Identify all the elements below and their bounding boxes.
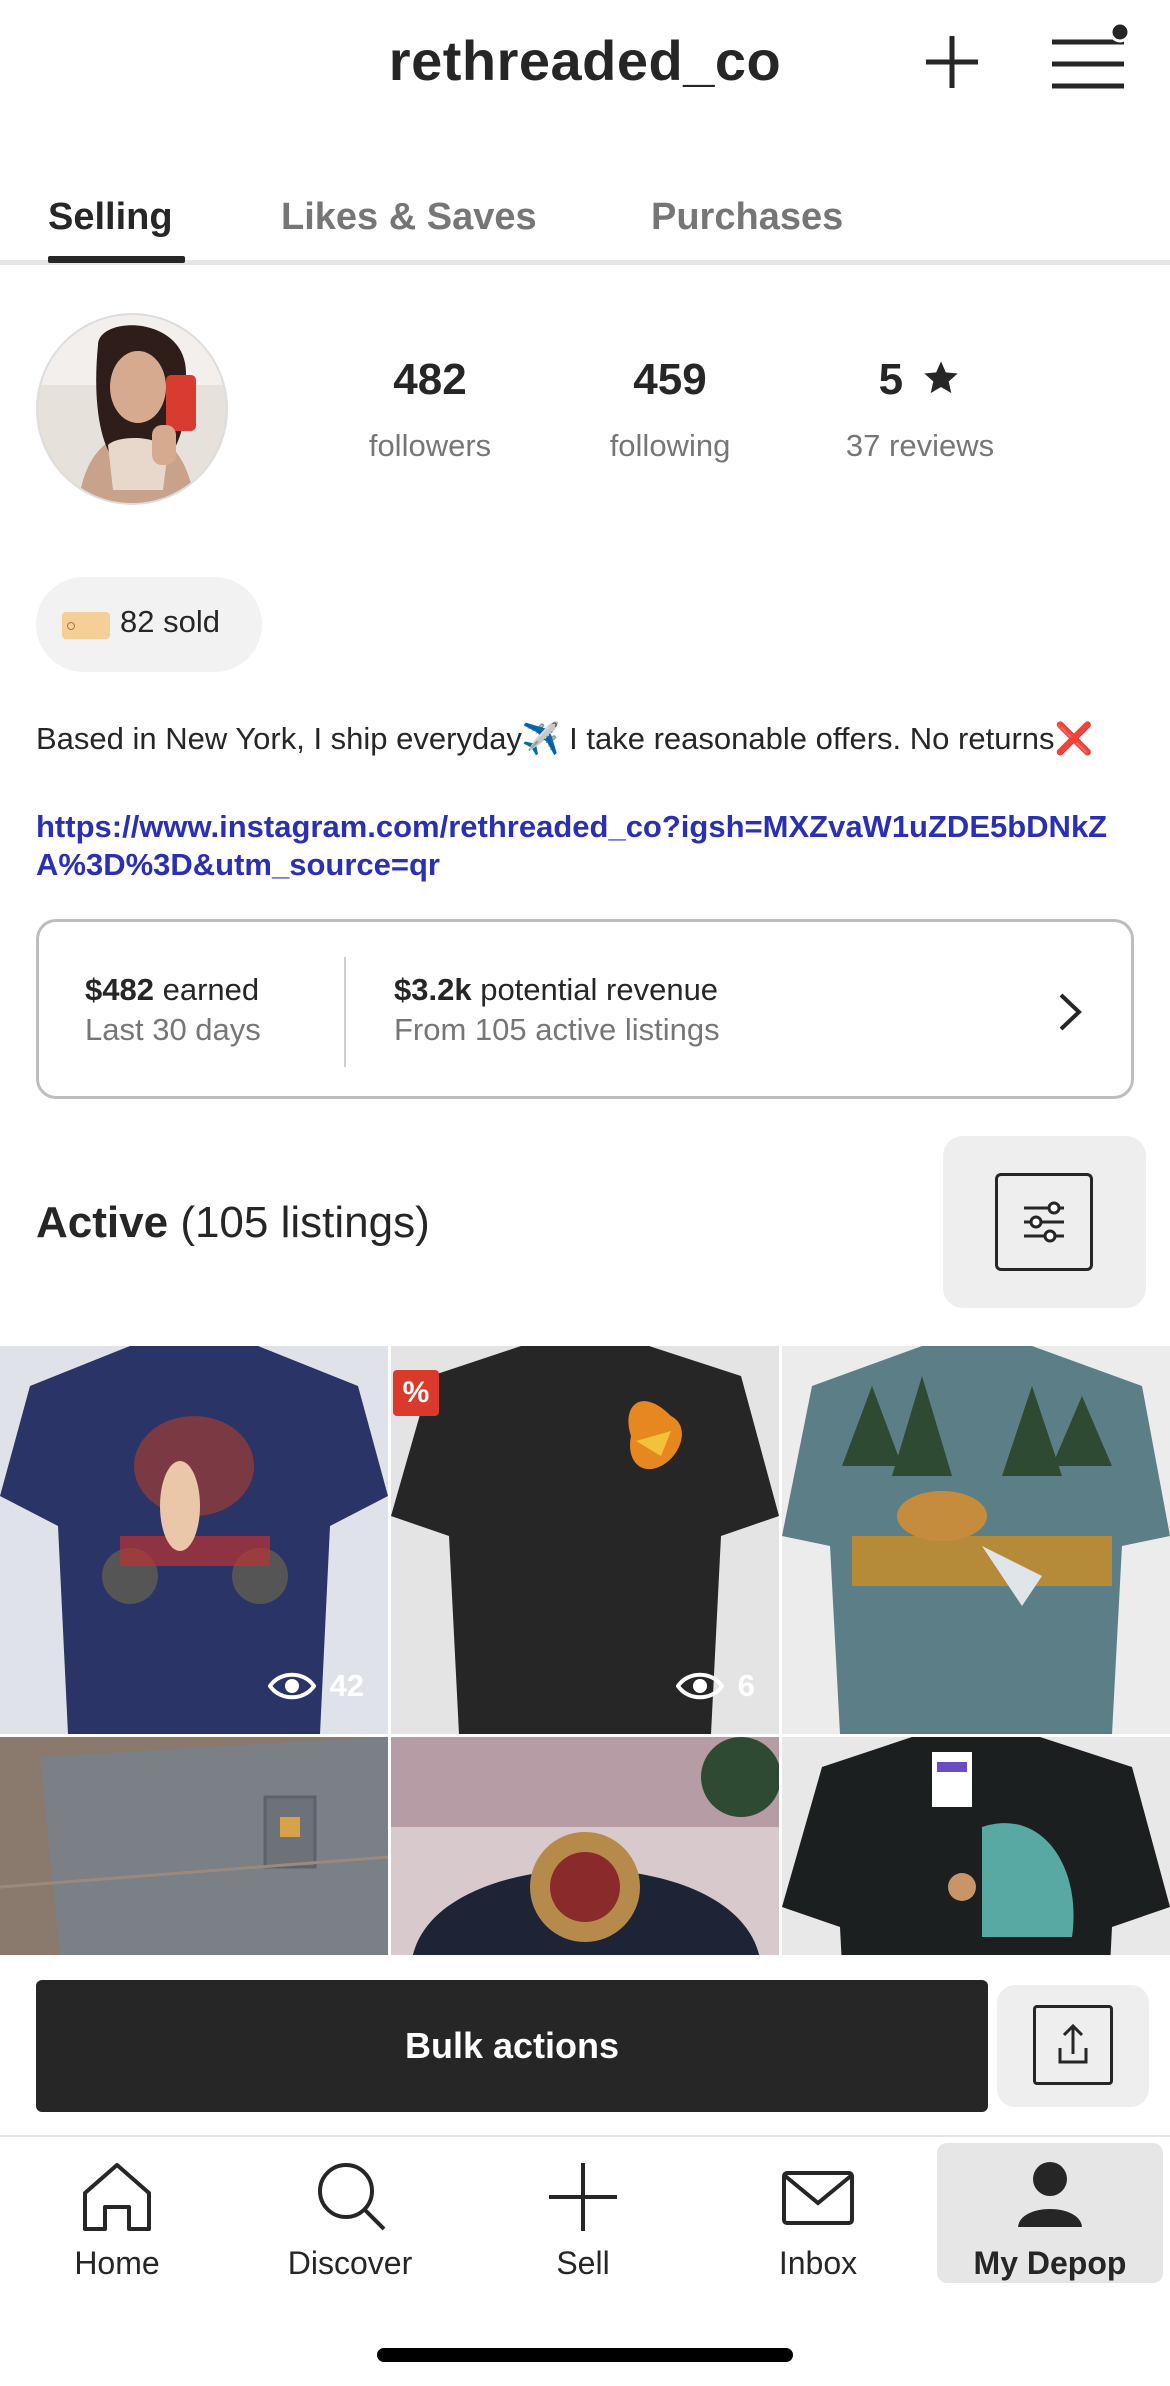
listing-item[interactable]: % 6: [391, 1346, 779, 1734]
nav-inbox[interactable]: Inbox: [703, 2137, 933, 2287]
eye-icon: [675, 1672, 724, 1700]
following-label: following: [609, 428, 731, 463]
listing-image-print-tee: [782, 1737, 1170, 1956]
rating-value: 5: [830, 352, 1010, 408]
top-header: rethreaded_co: [0, 0, 1170, 130]
nav-sell[interactable]: Sell: [468, 2137, 698, 2287]
view-count: 42: [267, 1668, 364, 1704]
tab-purchases[interactable]: Purchases: [651, 196, 843, 239]
earned-summary: $482 earned Last 30 days: [85, 972, 261, 1048]
filter-button[interactable]: [943, 1136, 1146, 1308]
following-stat[interactable]: 459 following: [595, 352, 745, 464]
active-title: Active: [36, 1198, 169, 1247]
star-icon: [924, 361, 959, 394]
username-title: rethreaded_co: [388, 29, 782, 92]
nav-my-depop[interactable]: My Depop: [937, 2143, 1163, 2283]
tab-selling[interactable]: Selling: [48, 196, 173, 239]
following-count: 459: [633, 355, 707, 404]
earned-label: earned: [162, 972, 260, 1007]
profile-tabs: Selling Likes & Saves Purchases: [0, 190, 1170, 265]
nav-home-label: Home: [74, 2245, 160, 2281]
sold-label: 82 sold: [120, 604, 220, 639]
active-count: (105 listings): [180, 1198, 430, 1247]
sliders-icon: [995, 1173, 1093, 1271]
listing-item[interactable]: [782, 1346, 1170, 1734]
revenue-amount: $3.2k: [394, 972, 472, 1007]
share-button[interactable]: [997, 1985, 1149, 2107]
bio-link[interactable]: https://www.instagram.com/rethreaded_co?…: [36, 808, 1136, 884]
listing-item[interactable]: [782, 1737, 1170, 1956]
revenue-summary: $3.2k potential revenue From 105 active …: [394, 972, 720, 1048]
sold-count-pill[interactable]: 82 sold: [36, 577, 262, 672]
nav-inbox-label: Inbox: [778, 2245, 858, 2281]
followers-label: followers: [368, 428, 492, 463]
add-plus-icon[interactable]: [920, 30, 984, 94]
listing-item[interactable]: [391, 1737, 779, 1956]
earned-period: Last 30 days: [85, 1012, 261, 1047]
earnings-divider: [344, 957, 346, 1067]
active-listings-heading: Active (105 listings): [36, 1198, 430, 1248]
earnings-card[interactable]: $482 earned Last 30 days $3.2k potential…: [36, 919, 1134, 1099]
plus-icon: [549, 2163, 617, 2231]
revenue-from: From 105 active listings: [394, 1012, 720, 1047]
home-indicator[interactable]: [377, 2348, 793, 2362]
avatar[interactable]: [36, 313, 228, 505]
discount-badge: %: [393, 1370, 439, 1416]
search-icon: [318, 2163, 386, 2231]
followers-count: 482: [393, 355, 467, 404]
listing-image-gray-pants: [0, 1737, 388, 1956]
bulk-actions-bar: Bulk actions: [0, 1955, 1170, 2135]
eye-icon: [267, 1672, 316, 1700]
view-count-value: 6: [737, 1668, 755, 1703]
menu-icon[interactable]: [1048, 22, 1128, 94]
nav-discover-label: Discover: [287, 2245, 413, 2281]
listing-item[interactable]: 42: [0, 1346, 388, 1734]
earned-amount: $482: [85, 972, 154, 1007]
followers-stat[interactable]: 482 followers: [355, 352, 505, 464]
user-icon: [1018, 2162, 1082, 2227]
listing-image-blackhawks-cap: [391, 1737, 779, 1956]
listings-grid: 42 % 6: [0, 1346, 1170, 1956]
bulk-actions-button[interactable]: Bulk actions: [36, 1980, 988, 2112]
view-count: 6: [675, 1668, 755, 1704]
home-icon: [83, 2163, 151, 2231]
nav-sell-label: Sell: [556, 2245, 610, 2281]
listing-image-wildlife-tee: [782, 1346, 1170, 1734]
reviews-label: 37 reviews: [845, 428, 995, 463]
price-tag-icon: [62, 612, 110, 639]
active-tab-indicator: [48, 256, 185, 263]
revenue-label: potential revenue: [480, 972, 719, 1007]
share-icon: [1033, 2005, 1113, 2085]
nav-home[interactable]: Home: [2, 2137, 232, 2287]
listing-item[interactable]: [0, 1737, 388, 1956]
chevron-right-icon: [1059, 993, 1082, 1031]
view-count-value: 42: [329, 1668, 364, 1703]
tab-likes-saves[interactable]: Likes & Saves: [281, 196, 537, 239]
nav-discover[interactable]: Discover: [235, 2137, 465, 2287]
rating-number: 5: [878, 355, 904, 404]
reviews-stat[interactable]: 5 37 reviews: [830, 352, 1010, 464]
profile-bio: Based in New York, I ship everyday✈️ I t…: [36, 721, 1094, 756]
nav-my-depop-label: My Depop: [973, 2245, 1127, 2281]
mail-icon: [782, 2171, 854, 2225]
